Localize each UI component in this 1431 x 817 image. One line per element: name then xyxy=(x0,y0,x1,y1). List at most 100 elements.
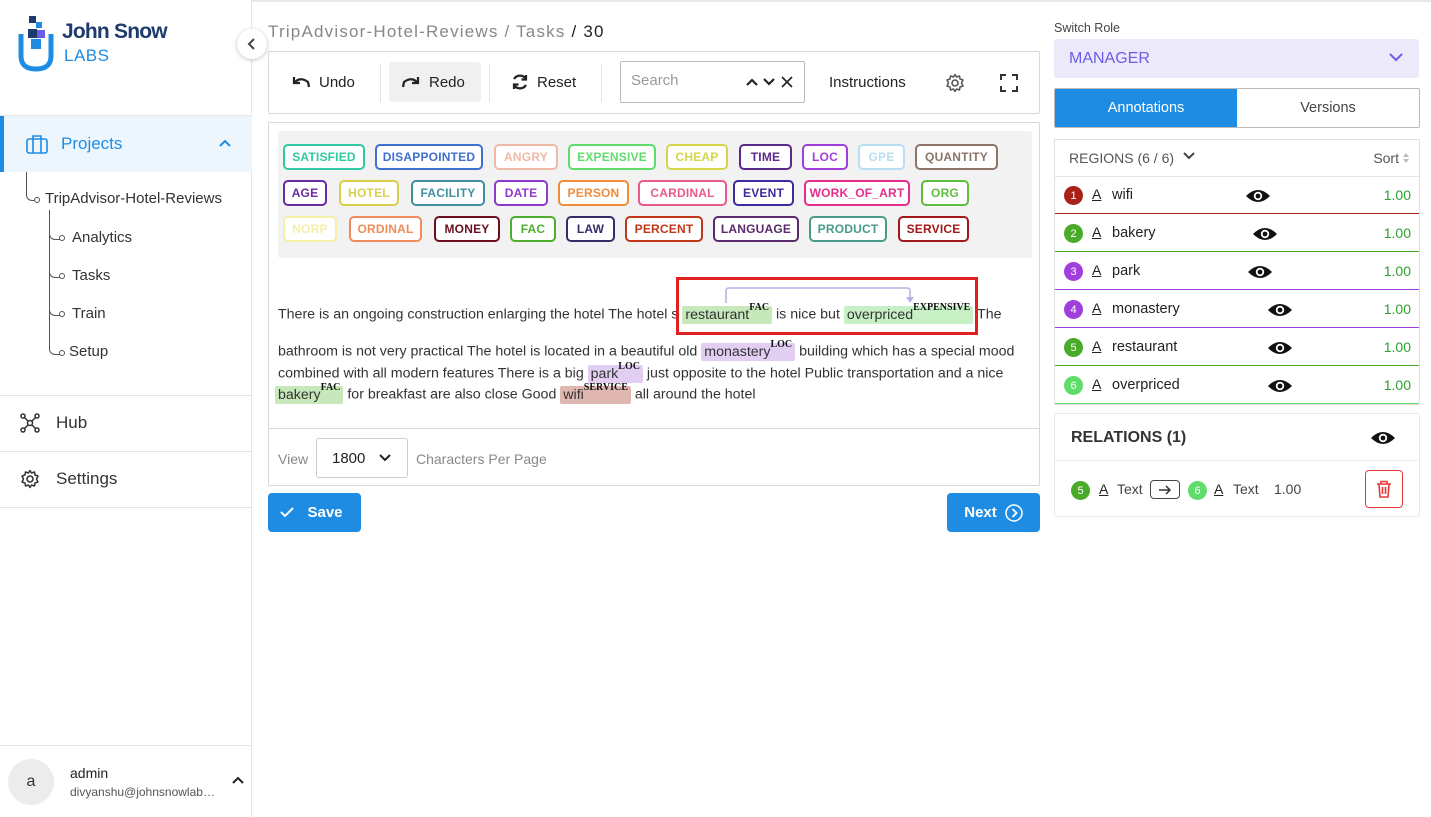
gear-icon[interactable] xyxy=(945,73,965,93)
label-chip-ordinal[interactable]: ORDINAL xyxy=(349,216,422,242)
text-span: for breakfast are also close Good xyxy=(347,386,557,403)
label-chip-facility[interactable]: FACILITY xyxy=(411,180,485,206)
region-name: restaurant xyxy=(1112,339,1178,355)
region-item[interactable]: 5 Arestaurant 1.00 xyxy=(1055,329,1419,366)
label-chip-quantity[interactable]: QUANTITY xyxy=(915,144,998,170)
region-item[interactable]: 6 Aoverpriced 1.00 xyxy=(1055,367,1419,404)
label-chip-hotel[interactable]: HOTEL xyxy=(339,180,399,206)
eye-icon[interactable] xyxy=(1267,378,1293,394)
chars-per-page-select[interactable]: 1800 xyxy=(316,438,408,478)
label-chip-fac[interactable]: FAC xyxy=(510,216,556,242)
chevron-down-icon[interactable] xyxy=(1183,152,1195,161)
eye-icon[interactable] xyxy=(1370,430,1396,446)
text-line: combined with all modern features There … xyxy=(278,361,1003,383)
region-index: 2 xyxy=(1064,224,1083,243)
tab-versions[interactable]: Versions xyxy=(1237,89,1419,127)
label-chip-loc[interactable]: LOC xyxy=(802,144,848,170)
close-icon[interactable] xyxy=(781,76,793,88)
region-item[interactable]: 2 Abakery 1.00 xyxy=(1055,215,1419,252)
label-chip-product[interactable]: PRODUCT xyxy=(809,216,887,242)
role-select[interactable]: MANAGER xyxy=(1054,39,1419,78)
label-chip-cardinal[interactable]: CARDINAL xyxy=(638,180,727,206)
label-chip-person[interactable]: PERSON xyxy=(558,180,629,206)
switch-role-label: Switch Role xyxy=(1054,21,1120,35)
eye-icon[interactable] xyxy=(1267,340,1293,356)
label-chip-money[interactable]: MONEY xyxy=(434,216,500,242)
entity-bakery[interactable]: bakeryFAC xyxy=(275,382,344,404)
regions-title[interactable]: REGIONS (6 / 6) xyxy=(1069,150,1174,166)
sidebar-item-tasks[interactable]: Tasks xyxy=(72,267,110,284)
region-name: park xyxy=(1112,263,1141,279)
entity-park[interactable]: parkLOC xyxy=(587,361,643,383)
eye-icon[interactable] xyxy=(1247,264,1273,280)
label-chip-event[interactable]: EVENT xyxy=(733,180,794,206)
sidebar-item-setup[interactable]: Setup xyxy=(69,343,108,360)
sidebar-item-train[interactable]: Train xyxy=(72,305,106,322)
instructions-button[interactable]: Instructions xyxy=(829,62,906,102)
next-button[interactable]: Next xyxy=(947,493,1040,532)
relation-direction-button[interactable] xyxy=(1150,480,1180,499)
label-chip-age[interactable]: AGE xyxy=(283,180,327,206)
breadcrumb-tasks[interactable]: Tasks xyxy=(516,22,565,41)
label-chip-law[interactable]: LAW xyxy=(566,216,615,242)
brand-logo[interactable]: John Snow LABS xyxy=(18,16,168,74)
label-chip-norp[interactable]: NORP xyxy=(283,216,337,242)
eye-icon[interactable] xyxy=(1252,226,1278,242)
relation-from-index: 5 xyxy=(1071,481,1090,500)
entity-tag: LOC xyxy=(618,361,640,372)
relation-item[interactable]: 5 A Text 6 A Text 1.00 xyxy=(1055,461,1419,517)
region-item[interactable]: 4 Amonastery 1.00 xyxy=(1055,291,1419,328)
label-chip-cheap[interactable]: CHEAP xyxy=(666,144,728,170)
label-chip-angry[interactable]: ANGRY xyxy=(494,144,558,170)
label-chip-percent[interactable]: PERCENT xyxy=(625,216,703,242)
label-chip-expensive[interactable]: EXPENSIVE xyxy=(568,144,656,170)
chevron-up-icon[interactable] xyxy=(218,138,232,148)
redo-button[interactable]: Redo xyxy=(389,62,481,102)
text-label-icon: A xyxy=(1092,376,1102,392)
region-index: 6 xyxy=(1064,376,1083,395)
label-chip-time[interactable]: TIME xyxy=(739,144,792,170)
tree-project-name[interactable]: TripAdvisor-Hotel-Reviews xyxy=(45,190,222,207)
sidebar-item-hub[interactable]: Hub xyxy=(0,395,252,451)
label-chip-satisfied[interactable]: SATISFIED xyxy=(283,144,365,170)
label-chip-disappointed[interactable]: DISAPPOINTED xyxy=(375,144,483,170)
relation-from-text: Text xyxy=(1117,481,1143,497)
search-input[interactable] xyxy=(631,72,736,89)
eye-icon[interactable] xyxy=(1245,188,1271,204)
label-chip-work-of-art[interactable]: WORK_OF_ART xyxy=(804,180,910,206)
region-index: 1 xyxy=(1064,186,1083,205)
fullscreen-icon[interactable] xyxy=(1000,74,1018,92)
breadcrumb-project[interactable]: TripAdvisor-Hotel-Reviews xyxy=(268,22,499,41)
relations-title: RELATIONS (1) xyxy=(1071,429,1187,446)
undo-button[interactable]: Undo xyxy=(281,62,365,102)
label-chip-org[interactable]: ORG xyxy=(921,180,969,206)
user-email: divyanshu@johnsnowlabs.com xyxy=(70,785,220,799)
sidebar-item-projects[interactable]: Projects xyxy=(0,116,252,172)
collapse-sidebar-button[interactable] xyxy=(237,29,267,59)
sidebar-item-settings[interactable]: Settings xyxy=(0,451,252,507)
chevron-up-icon[interactable] xyxy=(231,775,245,785)
chevron-down-icon[interactable] xyxy=(762,77,776,87)
sidebar-item-analytics[interactable]: Analytics xyxy=(72,229,132,246)
breadcrumb-separator: / xyxy=(571,22,578,41)
region-item[interactable]: 1 Awifi 1.00 xyxy=(1055,177,1419,214)
reset-button[interactable]: Reset xyxy=(501,62,586,102)
save-button[interactable]: Save xyxy=(268,493,361,532)
region-item[interactable]: 3 Apark 1.00 xyxy=(1055,253,1419,290)
delete-relation-button[interactable] xyxy=(1365,470,1403,508)
sort-button[interactable]: Sort xyxy=(1373,150,1399,166)
tab-annotations[interactable]: Annotations xyxy=(1055,89,1237,127)
eye-icon[interactable] xyxy=(1267,302,1293,318)
region-index: 3 xyxy=(1064,262,1083,281)
refresh-icon xyxy=(512,74,528,90)
label-chip-language[interactable]: LANGUAGE xyxy=(713,216,799,242)
chevron-up-icon[interactable] xyxy=(745,77,759,87)
label-chip-gpe[interactable]: GPE xyxy=(858,144,905,170)
text-label-icon: A xyxy=(1092,262,1102,278)
label-chip-service[interactable]: SERVICE xyxy=(898,216,969,242)
entity-wifi[interactable]: wifiSERVICE xyxy=(560,382,631,404)
user-menu[interactable]: a admin divyanshu@johnsnowlabs.com xyxy=(0,745,252,817)
label-chip-date[interactable]: DATE xyxy=(494,180,548,206)
entity-monastery[interactable]: monasteryLOC xyxy=(701,339,796,361)
region-score: 1.00 xyxy=(1383,225,1411,241)
